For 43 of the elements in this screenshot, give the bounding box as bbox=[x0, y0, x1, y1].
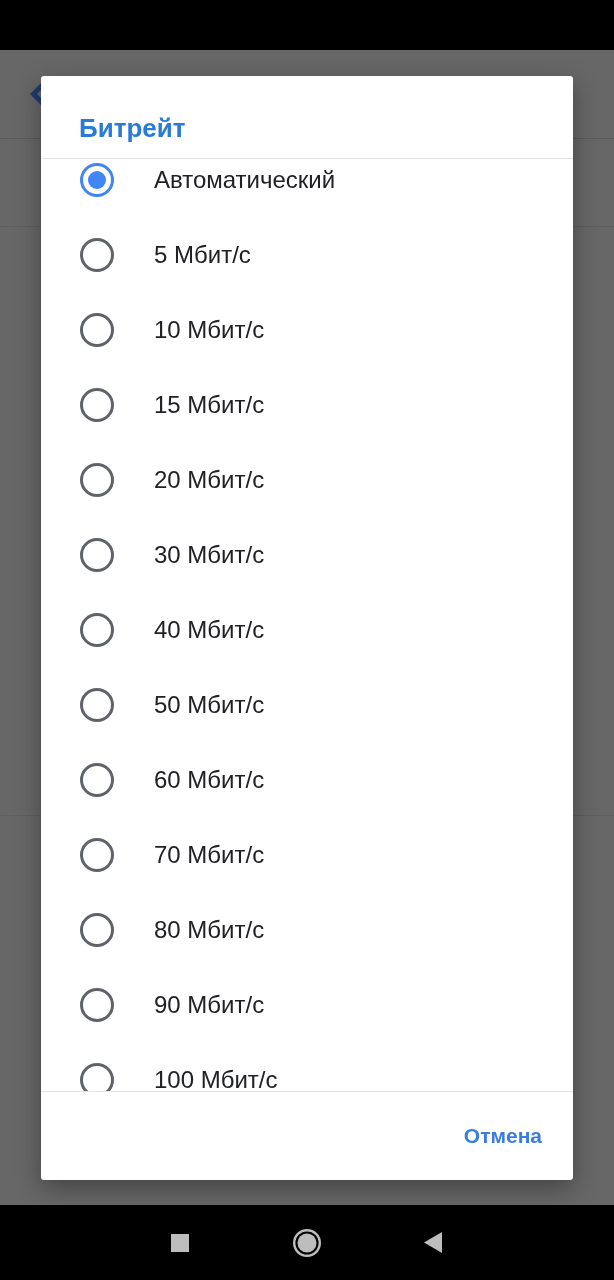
option-label: 15 Мбит/с bbox=[154, 393, 265, 416]
option-label: Автоматический bbox=[154, 168, 336, 191]
radio-option[interactable]: 40 Мбит/с bbox=[41, 592, 573, 667]
radio-unselected-icon[interactable] bbox=[80, 912, 114, 947]
radio-option[interactable]: Автоматический bbox=[41, 159, 573, 217]
radio-option[interactable]: 5 Мбит/с bbox=[41, 217, 573, 292]
recents-square-icon[interactable] bbox=[171, 1233, 189, 1252]
radio-unselected-icon[interactable] bbox=[80, 762, 114, 797]
radio-option[interactable]: 15 Мбит/с bbox=[41, 367, 573, 442]
home-circle-icon[interactable] bbox=[293, 1228, 321, 1257]
radio-option[interactable]: 90 Мбит/с bbox=[41, 967, 573, 1042]
option-label: 90 Мбит/с bbox=[154, 993, 265, 1016]
option-label: 5 Мбит/с bbox=[154, 243, 251, 266]
option-label: 80 Мбит/с bbox=[154, 918, 265, 941]
option-label: 100 Мбит/с bbox=[154, 1068, 278, 1091]
radio-option[interactable]: 30 Мбит/с bbox=[41, 517, 573, 592]
radio-selected-icon[interactable] bbox=[80, 162, 114, 197]
dialog-title: Битрейт bbox=[79, 112, 186, 144]
option-label: 60 Мбит/с bbox=[154, 768, 265, 791]
radio-unselected-icon[interactable] bbox=[80, 837, 114, 872]
radio-unselected-icon[interactable] bbox=[80, 612, 114, 647]
radio-unselected-icon[interactable] bbox=[80, 462, 114, 497]
radio-option[interactable]: 20 Мбит/с bbox=[41, 442, 573, 517]
option-label: 10 Мбит/с bbox=[154, 318, 265, 341]
radio-unselected-icon[interactable] bbox=[80, 312, 114, 347]
option-label: 50 Мбит/с bbox=[154, 693, 265, 716]
option-label: 30 Мбит/с bbox=[154, 543, 265, 566]
radio-unselected-icon[interactable] bbox=[80, 987, 114, 1022]
option-label: 20 Мбит/с bbox=[154, 468, 265, 491]
radio-option[interactable]: 70 Мбит/с bbox=[41, 817, 573, 892]
radio-unselected-icon[interactable] bbox=[80, 237, 114, 272]
option-label: 70 Мбит/с bbox=[154, 843, 265, 866]
radio-option[interactable]: 10 Мбит/с bbox=[41, 292, 573, 367]
radio-option[interactable]: 60 Мбит/с bbox=[41, 742, 573, 817]
radio-unselected-icon[interactable] bbox=[80, 687, 114, 722]
radio-option[interactable]: 50 Мбит/с bbox=[41, 667, 573, 742]
radio-option[interactable]: 100 Мбит/с bbox=[41, 1042, 573, 1091]
radio-unselected-icon[interactable] bbox=[80, 387, 114, 422]
option-label: 40 Мбит/с bbox=[154, 618, 265, 641]
back-triangle-icon[interactable] bbox=[424, 1232, 442, 1253]
radio-option[interactable]: 80 Мбит/с bbox=[41, 892, 573, 967]
radio-unselected-icon[interactable] bbox=[80, 1062, 114, 1091]
radio-unselected-icon[interactable] bbox=[80, 537, 114, 572]
